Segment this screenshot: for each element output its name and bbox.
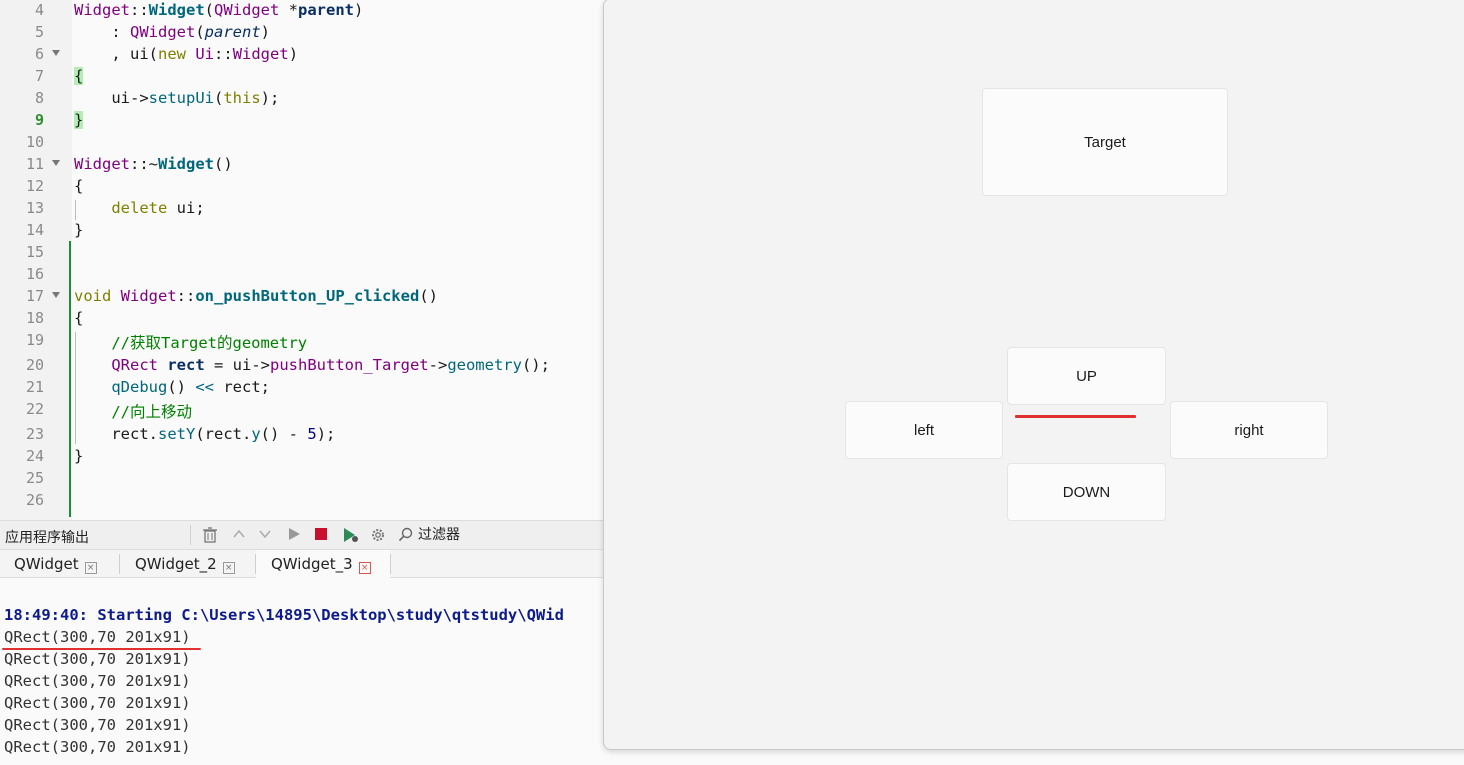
line-number: 10 xyxy=(25,133,44,151)
debug-run-icon[interactable] xyxy=(343,527,359,547)
tab-qwidget-2[interactable]: QWidget_2 × xyxy=(120,550,255,578)
output-panel-title: 应用程序输出 xyxy=(5,530,89,546)
output-line: QRect(300,70 201x91) xyxy=(4,738,191,756)
code-line-17: void Widget::on_pushButton_UP_clicked() xyxy=(74,287,438,305)
code-line-22: //向上移动 xyxy=(74,403,192,421)
tab-label: QWidget xyxy=(14,555,79,573)
code-line-7: { xyxy=(74,67,84,85)
target-button[interactable]: Target xyxy=(982,88,1228,196)
output-start-line: 18:49:40: Starting C:\Users\14895\Deskto… xyxy=(4,606,564,624)
output-line: QRect(300,70 201x91) xyxy=(4,694,191,712)
code-line-23: rect.setY(rect.y() - 5); xyxy=(74,425,336,443)
close-icon[interactable]: × xyxy=(84,562,97,574)
line-number: 11 xyxy=(25,155,44,173)
gear-icon[interactable] xyxy=(370,527,386,547)
tab-qwidget[interactable]: QWidget × xyxy=(0,550,119,578)
code-line-8: ui->setupUi(this); xyxy=(74,89,280,107)
code-line-6: , ui(new Ui::Widget) xyxy=(74,45,299,63)
line-number: 25 xyxy=(25,469,44,487)
line-number: 22 xyxy=(25,400,44,418)
output-line: QRect(300,70 201x91) xyxy=(4,628,191,646)
code-line-12: { xyxy=(74,177,84,195)
line-number: 13 xyxy=(25,199,44,217)
code-line-13: delete ui; xyxy=(111,199,205,217)
line-number: 8 xyxy=(34,89,44,107)
search-icon[interactable] xyxy=(398,527,414,547)
line-number: 5 xyxy=(34,23,44,41)
output-toolbar: 应用程序输出 过滤器 xyxy=(0,520,604,550)
application-output-panel: 应用程序输出 过滤器 QWidget × QWidget_2 × QWidget… xyxy=(0,520,604,765)
tab-divider xyxy=(390,554,391,574)
down-button[interactable]: DOWN xyxy=(1007,463,1166,521)
output-tab-bar: QWidget × QWidget_2 × QWidget_3 × xyxy=(0,550,604,578)
annotation-underline xyxy=(1015,415,1136,418)
close-icon[interactable]: × xyxy=(358,562,371,574)
line-number: 6 xyxy=(34,45,44,63)
stop-icon[interactable] xyxy=(314,527,328,545)
line-number: 7 xyxy=(34,67,44,85)
code-line-11: Widget::~Widget() xyxy=(74,155,233,173)
tab-label: QWidget_3 xyxy=(271,555,353,573)
run-icon[interactable] xyxy=(287,527,301,545)
line-number: 19 xyxy=(25,331,44,349)
left-button[interactable]: left xyxy=(845,401,1003,459)
code-line-5: : QWidget(parent) xyxy=(74,23,271,41)
output-line: QRect(300,70 201x91) xyxy=(4,650,191,668)
tab-qwidget-3[interactable]: QWidget_3 × xyxy=(256,550,390,578)
app-window: Target UP left right DOWN xyxy=(603,0,1464,750)
line-number: 14 xyxy=(25,221,44,239)
line-number: 20 xyxy=(25,356,44,374)
filter-label[interactable]: 过滤器 xyxy=(418,527,460,544)
line-number: 18 xyxy=(25,309,44,327)
toolbar-divider xyxy=(190,525,191,545)
line-number: 4 xyxy=(34,1,44,19)
current-line-number: 9 xyxy=(34,111,44,129)
line-number: 16 xyxy=(25,265,44,283)
tab-label: QWidget_2 xyxy=(135,555,217,573)
code-line-19: //获取Target的geometry xyxy=(74,334,308,352)
line-number: 17 xyxy=(25,287,44,305)
output-line: QRect(300,70 201x91) xyxy=(4,672,191,690)
fold-toggle-icon[interactable] xyxy=(52,50,60,56)
clear-output-icon[interactable] xyxy=(203,527,217,547)
fold-toggle-icon[interactable] xyxy=(52,292,60,298)
code-editor[interactable]: 4 5 6 7 8 9 10 11 12 13 14 15 16 17 18 1… xyxy=(0,0,604,520)
next-item-icon[interactable] xyxy=(258,527,272,545)
previous-item-icon[interactable] xyxy=(232,527,246,545)
change-marker-bar xyxy=(69,241,71,517)
line-number: 15 xyxy=(25,243,44,261)
line-number: 21 xyxy=(25,378,44,396)
code-line-4: Widget::Widget(QWidget *parent) xyxy=(74,1,364,19)
output-line: QRect(300,70 201x91) xyxy=(4,716,191,734)
line-number: 23 xyxy=(25,425,44,443)
line-number: 24 xyxy=(25,447,44,465)
fold-toggle-icon[interactable] xyxy=(52,160,60,166)
code-line-9: } xyxy=(74,111,84,129)
code-line-20: QRect rect = ui->pushButton_Target->geom… xyxy=(111,356,550,374)
right-button[interactable]: right xyxy=(1170,401,1328,459)
up-button[interactable]: UP xyxy=(1007,347,1166,405)
code-line-21: qDebug() << rect; xyxy=(111,378,270,396)
line-number: 12 xyxy=(25,177,44,195)
close-icon[interactable]: × xyxy=(222,562,235,574)
code-line-18: { xyxy=(74,309,84,327)
code-line-24: } xyxy=(74,447,84,465)
code-line-14: } xyxy=(74,221,84,239)
line-number: 26 xyxy=(25,491,44,509)
